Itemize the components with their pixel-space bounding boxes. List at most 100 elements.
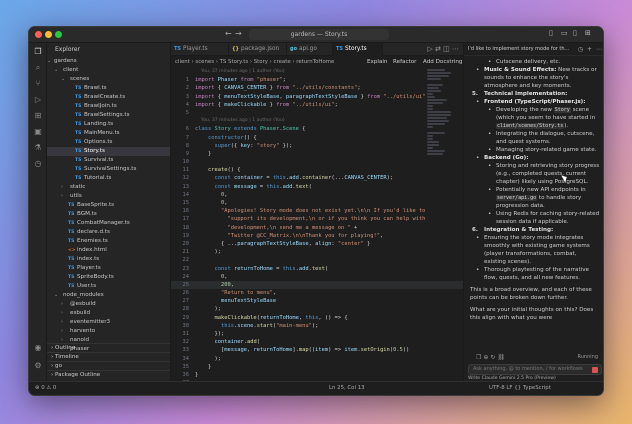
- link-icon[interactable]: ⛓: [497, 354, 507, 361]
- code-line[interactable]: 35 }: [171, 363, 463, 371]
- code-line[interactable]: 24 0,: [171, 273, 463, 281]
- code-line[interactable]: 20 { ...paragraphTextStyleBase, align: "…: [171, 240, 463, 248]
- tab-api-go[interactable]: go api.go: [287, 43, 333, 56]
- code-line[interactable]: 18 "development,\n send me a message on …: [171, 224, 463, 232]
- file-item[interactable]: TS SurvivalSettings.ts: [47, 165, 170, 174]
- diff-icon[interactable]: ⇄: [435, 45, 441, 53]
- folder-item[interactable]: › esbuild: [47, 309, 170, 318]
- code-editor[interactable]: You, 37 minutes ago | 1 author (You) 1 im…: [171, 68, 463, 381]
- code-line[interactable]: 10: [171, 158, 463, 166]
- search-icon[interactable]: ⌕: [33, 63, 43, 73]
- folder-item[interactable]: › harvento: [47, 327, 170, 336]
- code-line[interactable]: 23 const returnToHome = this.add.text(: [171, 265, 463, 273]
- code-line[interactable]: 14 0,: [171, 191, 463, 199]
- chat-transcript[interactable]: Cutscene delivery, etc.Music & Sound Eff…: [464, 56, 603, 354]
- folder-item[interactable]: › utils: [47, 192, 170, 201]
- file-item[interactable]: TS BrawlSettings.ts: [47, 111, 170, 120]
- code-line[interactable]: 4 import { makeClickable } from "../utils…: [171, 101, 463, 109]
- file-item[interactable]: TS BGM.ts: [47, 210, 170, 219]
- close-window-button[interactable]: [35, 31, 42, 38]
- file-item[interactable]: TS Enemies.ts: [47, 237, 170, 246]
- code-line[interactable]: 11 create() {: [171, 166, 463, 174]
- minimize-window-button[interactable]: [45, 31, 52, 38]
- code-line[interactable]: 25 200,: [171, 280, 463, 290]
- accounts-icon[interactable]: ◉: [33, 343, 43, 353]
- file-item[interactable]: TS CombatManager.ts: [47, 219, 170, 228]
- code-line[interactable]: 19 "Twitter @CC_Matrix.\n\nThank you for…: [171, 232, 463, 240]
- files-icon[interactable]: ❐: [33, 47, 43, 57]
- run-icon[interactable]: ▷: [427, 45, 432, 53]
- code-line[interactable]: 36}: [171, 371, 463, 379]
- file-item[interactable]: TS BrawlCreate.ts: [47, 93, 170, 102]
- remote-icon[interactable]: ▣: [33, 127, 43, 137]
- code-line[interactable]: 17 "support its development,\n or if you…: [171, 215, 463, 223]
- code-line[interactable]: 13 const message = this.add.text(: [171, 183, 463, 191]
- file-item[interactable]: TS Player.ts: [47, 264, 170, 273]
- folder-item[interactable]: ⌄ scenes: [47, 75, 170, 84]
- tree-root[interactable]: ⌄ gardens: [47, 57, 170, 66]
- folder-item[interactable]: › @esbuild: [47, 300, 170, 309]
- add-docstring-codelens[interactable]: Add Docstring: [423, 56, 462, 68]
- file-item[interactable]: TS declare.d.ts: [47, 228, 170, 237]
- outline-section[interactable]: › Outline: [47, 343, 170, 352]
- code-line[interactable]: 16 "Apologies! Story mode does not exist…: [171, 207, 463, 215]
- code-line[interactable]: 12 const container = this.add.container(…: [171, 174, 463, 182]
- testing-icon[interactable]: ⚗: [33, 143, 43, 153]
- go-section[interactable]: › go: [47, 361, 170, 370]
- stop-generation-button[interactable]: [592, 367, 598, 373]
- explain-codelens[interactable]: Explain: [367, 56, 387, 68]
- tab-story-ts[interactable]: TS Story.ts: [333, 43, 383, 56]
- file-item[interactable]: TS SpriteBody.ts: [47, 273, 170, 282]
- chat-input[interactable]: Ask anything, @ to mention, / for workfl…: [468, 364, 602, 375]
- file-item[interactable]: TS Landing.ts: [47, 120, 170, 129]
- timeline-icon[interactable]: ◷: [33, 159, 43, 169]
- file-item[interactable]: TS User.ts: [47, 282, 170, 291]
- more-icon[interactable]: ⋯: [596, 46, 603, 53]
- code-line[interactable]: 7 constructor() {: [171, 134, 463, 142]
- source-control-icon[interactable]: ⑂: [33, 79, 43, 89]
- code-line[interactable]: 9 }: [171, 150, 463, 158]
- code-line[interactable]: 8 super({ key: "story" });: [171, 142, 463, 150]
- breadcrumb[interactable]: client › scenes › TS Story.ts › Story › …: [171, 56, 463, 68]
- split-editor-icon[interactable]: ◫: [443, 45, 450, 53]
- settings-icon[interactable]: ⚙: [33, 361, 43, 371]
- file-item[interactable]: TS Options.ts: [47, 138, 170, 147]
- layout-secondary-icon[interactable]: ▯: [573, 29, 577, 37]
- file-item[interactable]: TS index.ts: [47, 255, 170, 264]
- command-center-search[interactable]: gardens — Story.ts: [249, 29, 389, 40]
- file-item[interactable]: TS Story.ts: [47, 147, 170, 156]
- file-item[interactable]: TS BrawlJoin.ts: [47, 102, 170, 111]
- file-item[interactable]: TS Survival.ts: [47, 156, 170, 165]
- code-line[interactable]: 15 0,: [171, 199, 463, 207]
- more-actions-icon[interactable]: ⋯: [452, 45, 459, 53]
- code-line[interactable]: 34 );: [171, 355, 463, 363]
- forward-arrow-icon[interactable]: →: [235, 29, 242, 38]
- folder-item[interactable]: ⌄ node_modules: [47, 291, 170, 300]
- run-debug-icon[interactable]: ▷: [33, 95, 43, 105]
- code-line[interactable]: 28 );: [171, 305, 463, 313]
- cursor-position[interactable]: Ln 25, Col 13: [329, 385, 365, 391]
- code-line[interactable]: 5: [171, 109, 463, 117]
- customize-layout-icon[interactable]: ⊞: [585, 29, 591, 37]
- file-item[interactable]: <>index.html: [47, 246, 170, 255]
- maximize-window-button[interactable]: [55, 31, 62, 38]
- code-line[interactable]: 21 );: [171, 248, 463, 256]
- file-item[interactable]: TS MainMenu.ts: [47, 129, 170, 138]
- language-status[interactable]: UTF-8 LF {} TypeScript: [489, 385, 551, 391]
- problems-status[interactable]: ⊗ 0 ⚠ 0: [35, 385, 56, 391]
- file-item[interactable]: TS Tutorial.ts: [47, 174, 170, 183]
- refactor-codelens[interactable]: Refactor: [393, 56, 416, 68]
- new-chat-icon[interactable]: +: [587, 46, 593, 53]
- code-line[interactable]: 22: [171, 256, 463, 264]
- code-line[interactable]: 2 import { CANVAS_CENTER } from "../utils…: [171, 84, 463, 92]
- code-line[interactable]: 3 import { menuTextStyleBase, paragraphTe…: [171, 93, 463, 101]
- layout-panel-icon[interactable]: ▭: [561, 29, 568, 37]
- folder-item[interactable]: › eventemitter3: [47, 318, 170, 327]
- code-line[interactable]: 1 import Phaser from "phaser";: [171, 76, 463, 84]
- tab-package-json[interactable]: {} package.json: [229, 43, 287, 56]
- code-line[interactable]: 32 container.add(: [171, 338, 463, 346]
- file-item[interactable]: TS Brawl.ts: [47, 84, 170, 93]
- back-arrow-icon[interactable]: ←: [225, 29, 232, 38]
- file-item[interactable]: TS BaseSprite.ts: [47, 201, 170, 210]
- timeline-section[interactable]: › Timeline: [47, 352, 170, 361]
